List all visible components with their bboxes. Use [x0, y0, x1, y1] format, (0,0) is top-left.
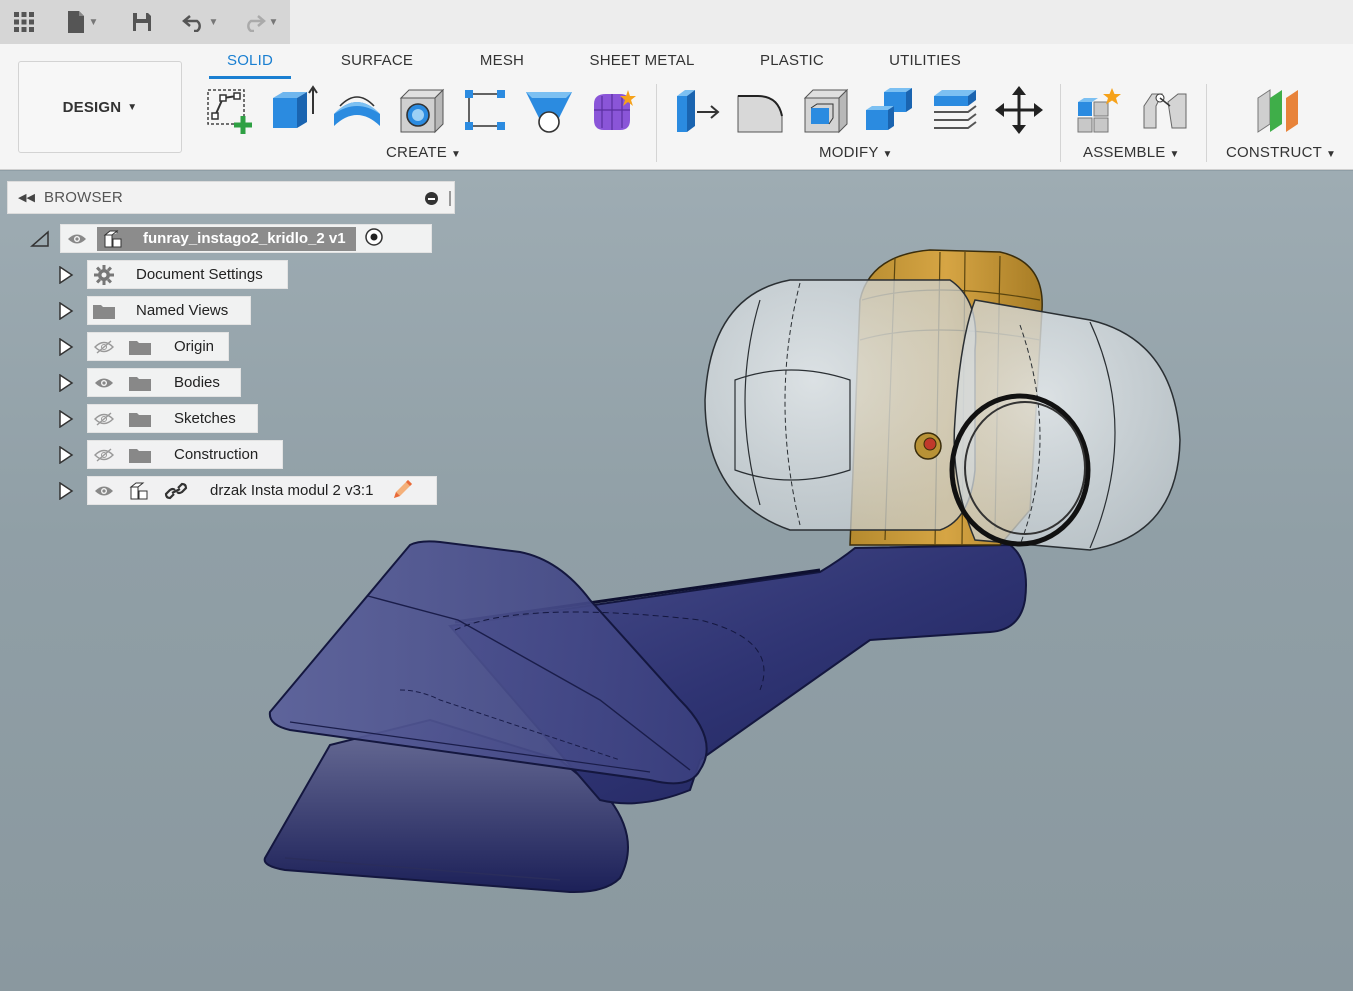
- assemble-label: ASSEMBLE: [1083, 144, 1166, 161]
- model-render: [263, 249, 1181, 894]
- offset-face-icon[interactable]: [926, 82, 980, 138]
- minimize-panel-icon[interactable]: [425, 192, 438, 205]
- offset-plane-icon[interactable]: [1252, 82, 1306, 138]
- chevron-down-icon: ▼: [1169, 149, 1180, 160]
- root-component-label: funray_instago2_kridlo_2 v1: [143, 230, 346, 247]
- folder-icon: [128, 374, 152, 392]
- modify-label: MODIFY: [819, 144, 879, 161]
- create-menu-button[interactable]: CREATE ▼: [386, 144, 461, 161]
- active-tab-indicator: [209, 76, 291, 79]
- workspace-label: DESIGN: [62, 98, 122, 116]
- tree-item-label: Origin: [174, 338, 215, 355]
- tree-root-row[interactable]: funray_instago2_kridlo_2 v1: [60, 224, 432, 253]
- undo-icon[interactable]: ▼: [176, 8, 224, 36]
- tree-expand-icon[interactable]: [58, 338, 74, 356]
- tree-expand-icon[interactable]: [58, 410, 74, 428]
- chevron-down-icon: ▼: [882, 149, 893, 160]
- gear-icon: [92, 264, 116, 285]
- extrude-icon[interactable]: [266, 82, 320, 138]
- group-separator: [1206, 84, 1207, 162]
- create-sketch-icon[interactable]: [202, 82, 256, 138]
- revolve-icon[interactable]: [330, 82, 384, 138]
- quick-access-group: ▼ ▼ ▼: [0, 0, 290, 44]
- construct-label: CONSTRUCT: [1226, 144, 1322, 161]
- press-pull-icon[interactable]: [670, 82, 724, 138]
- tree-item-label: Named Views: [136, 302, 229, 319]
- app-grid-icon[interactable]: [10, 8, 38, 36]
- tab-sheet-metal[interactable]: SHEET METAL: [584, 52, 700, 69]
- tab-surface[interactable]: SURFACE: [334, 52, 420, 69]
- chevron-down-icon: ▼: [127, 101, 138, 113]
- hole-icon[interactable]: [394, 82, 448, 138]
- tree-item-label: drzak Insta modul 2 v3:1: [210, 482, 374, 499]
- group-separator: [656, 84, 657, 162]
- tree-item-named-views[interactable]: Named Views: [87, 296, 251, 325]
- folder-icon: [128, 338, 152, 356]
- save-icon[interactable]: [128, 8, 156, 36]
- toolbar-ribbon: DESIGN ▼ SOLID SURFACE MESH SHEET METAL …: [0, 44, 1353, 170]
- shell-icon[interactable]: [798, 82, 852, 138]
- tree-item-construction[interactable]: Construction: [87, 440, 283, 469]
- tree-item-bodies[interactable]: Bodies: [87, 368, 241, 397]
- chevron-down-icon: ▼: [450, 149, 462, 160]
- tree-item-sketches[interactable]: Sketches: [87, 404, 258, 433]
- create-label: CREATE: [386, 144, 447, 161]
- chevron-down-icon: ▼: [1325, 149, 1337, 160]
- tab-solid[interactable]: SOLID: [212, 52, 288, 69]
- 3d-viewport[interactable]: [0, 171, 1353, 991]
- pencil-icon: [391, 477, 415, 505]
- resize-grip[interactable]: [449, 191, 451, 206]
- visibility-hidden-icon[interactable]: [92, 410, 116, 428]
- fillet-icon[interactable]: [734, 82, 788, 138]
- link-icon: [164, 482, 188, 500]
- tree-item-document-settings[interactable]: Document Settings: [87, 260, 288, 289]
- tree-expand-icon[interactable]: [58, 374, 74, 392]
- tree-item-label: Construction: [174, 446, 259, 463]
- tree-item-origin[interactable]: Origin: [87, 332, 229, 361]
- tab-plastic[interactable]: PLASTIC: [752, 52, 832, 69]
- joint-icon[interactable]: [1138, 82, 1192, 138]
- rectangular-pattern-icon[interactable]: [458, 82, 512, 138]
- combine-icon[interactable]: [862, 82, 916, 138]
- visibility-eye-icon[interactable]: [65, 230, 89, 248]
- tree-expand-icon[interactable]: [58, 446, 74, 464]
- tree-expand-icon[interactable]: [58, 482, 74, 500]
- assemble-menu-button[interactable]: ASSEMBLE ▼: [1083, 144, 1180, 161]
- browser-panel-header: ◀◀ BROWSER: [7, 181, 455, 214]
- file-menu-icon[interactable]: ▼: [60, 8, 104, 36]
- visibility-eye-icon[interactable]: [92, 482, 116, 500]
- folder-icon: [92, 302, 116, 320]
- group-separator: [1060, 84, 1061, 162]
- folder-icon: [128, 410, 152, 428]
- component-icon: [128, 482, 152, 500]
- modify-menu-button[interactable]: MODIFY ▼: [819, 144, 893, 161]
- tree-item-label: Document Settings: [136, 266, 263, 283]
- new-component-icon[interactable]: [1072, 82, 1126, 138]
- loft-icon[interactable]: [522, 82, 576, 138]
- folder-icon: [128, 446, 152, 464]
- move-copy-icon[interactable]: [992, 82, 1046, 138]
- tree-item-linked-component[interactable]: drzak Insta modul 2 v3:1: [87, 476, 437, 505]
- visibility-eye-icon[interactable]: [92, 374, 116, 392]
- redo-icon[interactable]: ▼: [236, 8, 284, 36]
- tree-item-label: Sketches: [174, 410, 236, 427]
- tree-expand-icon[interactable]: [58, 266, 74, 284]
- browser-title: BROWSER: [44, 189, 123, 206]
- create-form-icon[interactable]: [586, 82, 640, 138]
- tab-utilities[interactable]: UTILITIES: [882, 52, 968, 69]
- tab-mesh[interactable]: MESH: [472, 52, 532, 69]
- collapse-panel-icon[interactable]: ◀◀: [18, 191, 40, 204]
- visibility-hidden-icon[interactable]: [92, 338, 116, 356]
- construct-menu-button[interactable]: CONSTRUCT ▼: [1226, 144, 1336, 161]
- tree-collapse-icon[interactable]: [30, 230, 50, 248]
- root-component-label-container: funray_instago2_kridlo_2 v1: [97, 226, 356, 251]
- workspace-switcher-button[interactable]: DESIGN ▼: [18, 61, 182, 153]
- tree-item-label: Bodies: [174, 374, 220, 391]
- quick-access-bar: ▼ ▼ ▼: [0, 0, 1353, 44]
- activate-radio-icon[interactable]: [364, 227, 384, 251]
- component-icon: [103, 229, 122, 247]
- visibility-hidden-icon[interactable]: [92, 446, 116, 464]
- tree-expand-icon[interactable]: [58, 302, 74, 320]
